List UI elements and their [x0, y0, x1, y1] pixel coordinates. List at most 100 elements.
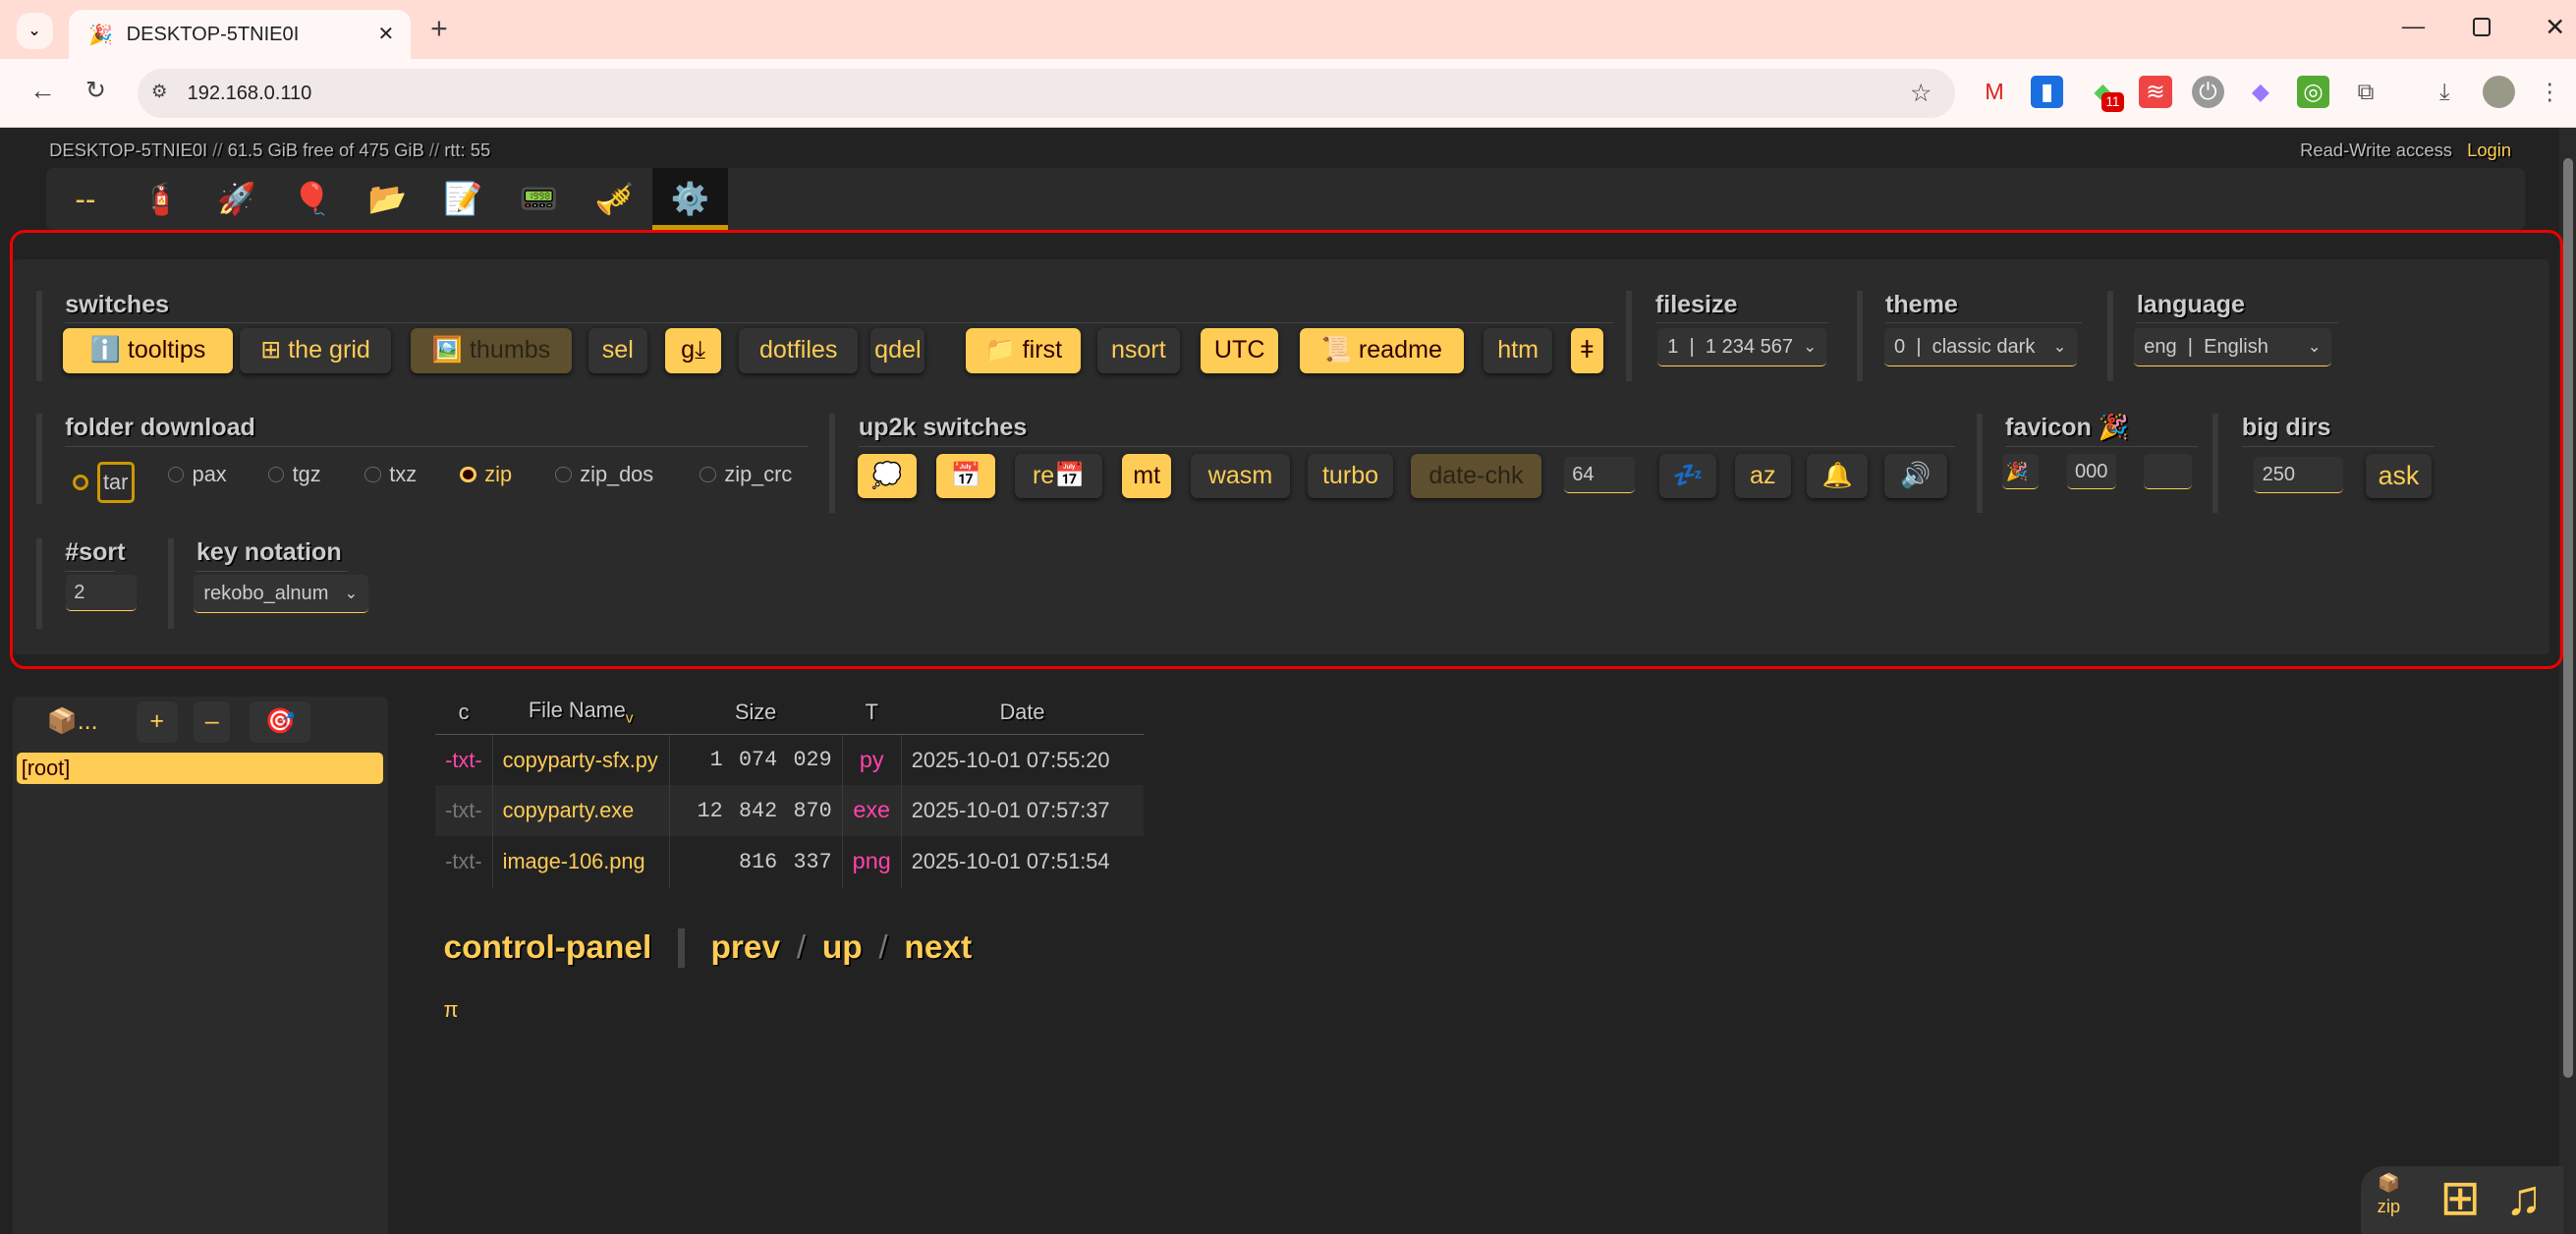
- extensions-puzzle-icon[interactable]: ⧉: [2349, 76, 2381, 108]
- tab-search-button[interactable]: ⌄: [16, 13, 53, 50]
- language-select[interactable]: eng | English ⌄: [2134, 328, 2331, 366]
- filesize-select[interactable]: 1 | 1 234 567 ⌄: [1657, 328, 1827, 366]
- up2k-switch-4-button[interactable]: wasm: [1191, 453, 1290, 498]
- big-dirs-ask-button[interactable]: ask: [2365, 453, 2432, 498]
- switch-qdel-button[interactable]: qdel: [870, 328, 925, 373]
- dl-format-zip_dos[interactable]: zip_dos: [555, 462, 653, 487]
- col-type[interactable]: T: [842, 690, 902, 735]
- col-name[interactable]: File Namev: [492, 690, 670, 735]
- file-checkbox-cell[interactable]: -txt-: [435, 785, 493, 837]
- next-link[interactable]: next: [904, 929, 972, 967]
- switch-g-button[interactable]: g⤓: [665, 328, 722, 373]
- bookmark-star-icon[interactable]: ☆: [1910, 79, 1932, 108]
- up2k-switch-6-button[interactable]: date-chk: [1411, 453, 1541, 498]
- grid-view-icon[interactable]: ⊞: [2439, 1170, 2481, 1226]
- scrollbar-thumb[interactable]: [2562, 157, 2573, 1078]
- up2k-switch-1-button[interactable]: 📅: [936, 453, 996, 498]
- ops-player-tab[interactable]: 🎺: [577, 168, 652, 231]
- ops-mkdir-tab[interactable]: 📂: [350, 168, 425, 231]
- file-name-link[interactable]: copyparty.exe: [491, 785, 670, 837]
- switch-utc-button[interactable]: UTC: [1201, 328, 1278, 373]
- sort-input[interactable]: 2: [65, 575, 137, 612]
- switch-nsort-button[interactable]: nsort: [1097, 328, 1180, 373]
- control-panel-link[interactable]: control-panel: [443, 929, 651, 967]
- switch-readme-button[interactable]: 📜 readme: [1299, 328, 1464, 373]
- chrome-menu-icon[interactable]: ⋮: [2534, 76, 2566, 108]
- up2k-switch-2-button[interactable]: re📅: [1015, 453, 1103, 498]
- browser-tab[interactable]: 🎉 DESKTOP-5TNIE0I ✕: [69, 10, 412, 60]
- upload-threads-input[interactable]: 64: [1563, 456, 1635, 493]
- new-tab-button[interactable]: +: [430, 13, 448, 46]
- obsidian-extension-icon[interactable]: ◆: [2244, 76, 2276, 108]
- maximize-button[interactable]: [2472, 18, 2492, 36]
- bitwarden-extension-icon[interactable]: ▮: [2030, 75, 2064, 109]
- switch-first-button[interactable]: 📁 first: [966, 328, 1082, 373]
- col-date[interactable]: Date: [901, 690, 1144, 735]
- tree-item-root[interactable]: [root]: [16, 752, 383, 784]
- todoist-extension-icon[interactable]: ≋: [2139, 75, 2172, 109]
- file-checkbox-cell[interactable]: -txt-: [435, 836, 492, 887]
- theme-select[interactable]: 0 | classic dark ⌄: [1884, 328, 2077, 366]
- downloads-icon[interactable]: ⤓: [2429, 76, 2461, 108]
- reload-icon[interactable]: ↻: [85, 76, 106, 105]
- prev-link[interactable]: prev: [710, 929, 780, 967]
- favicon-emoji-input[interactable]: 🎉: [2002, 453, 2040, 490]
- dl-format-zip[interactable]: zip: [460, 462, 512, 487]
- up-link[interactable]: up: [822, 929, 863, 967]
- col-size[interactable]: Size: [669, 690, 843, 735]
- switch-tooltips-button[interactable]: ℹ️ tooltips: [62, 328, 234, 373]
- close-window-button[interactable]: ✕: [2545, 13, 2565, 42]
- power-extension-icon[interactable]: ⏻: [2191, 75, 2225, 109]
- file-name-link[interactable]: image-106.png: [491, 836, 670, 887]
- dl-format-txz[interactable]: txz: [364, 462, 417, 487]
- file-row[interactable]: -txt-copyparty-sfx.py 1 074 029 py 2025-10-…: [435, 734, 1144, 786]
- dl-format-zip_crc[interactable]: zip_crc: [700, 462, 792, 487]
- ops-none-tab[interactable]: --: [47, 168, 123, 231]
- up2k-switch-3-button[interactable]: mt: [1122, 453, 1172, 498]
- minimize-button[interactable]: —: [2402, 13, 2425, 39]
- switch-dotfiles-button[interactable]: dotfiles: [739, 328, 858, 373]
- login-link[interactable]: Login: [2467, 140, 2511, 160]
- tree-collapse-button[interactable]: –: [194, 701, 231, 743]
- feedly-extension-icon[interactable]: ◆ 11: [2087, 76, 2125, 112]
- ops-msg-tab[interactable]: 📟: [501, 168, 577, 231]
- address-bar[interactable]: ⚙ 192.168.0.110 ☆: [138, 69, 1955, 119]
- music-player-icon[interactable]: ♫: [2505, 1170, 2543, 1226]
- profile-avatar[interactable]: [2482, 75, 2516, 109]
- back-icon[interactable]: ←: [29, 76, 56, 106]
- file-name-link[interactable]: copyparty-sfx.py: [491, 734, 670, 786]
- ops-up2k-tab[interactable]: 🚀: [198, 168, 274, 231]
- up2k-switch-5-button[interactable]: turbo: [1308, 453, 1394, 498]
- favicon-fg-input[interactable]: 000: [2066, 453, 2116, 490]
- ops-bup-tab[interactable]: 🎈: [274, 168, 350, 231]
- file-checkbox-cell[interactable]: -txt-: [435, 734, 492, 785]
- tree-expand-button[interactable]: +: [136, 701, 178, 743]
- site-info-icon[interactable]: ⚙: [151, 81, 167, 102]
- col-c[interactable]: c: [435, 690, 493, 735]
- refresh-extension-icon[interactable]: ◎: [2296, 75, 2330, 109]
- bell-notify-button[interactable]: 🔔: [1807, 453, 1869, 498]
- big-dirs-input[interactable]: 250: [2254, 456, 2343, 493]
- gmail-extension-icon[interactable]: M: [1978, 76, 2010, 108]
- key-notation-select[interactable]: rekobo_alnum ⌄: [194, 575, 368, 613]
- switch-htm-button[interactable]: htm: [1483, 328, 1553, 373]
- sound-button[interactable]: 🔊: [1884, 453, 1947, 498]
- switch--button[interactable]: ǂ: [1570, 328, 1604, 373]
- favicon-bg-input[interactable]: [2144, 453, 2192, 490]
- file-row[interactable]: -txt-image-106.png 816 337 png 2025-10-01 0…: [435, 836, 1144, 887]
- az-sort-button[interactable]: az: [1734, 453, 1791, 498]
- pi-link[interactable]: π: [443, 997, 458, 1023]
- switch-sel-button[interactable]: sel: [588, 328, 647, 373]
- dl-format-tgz[interactable]: tgz: [267, 462, 321, 487]
- zip-download-button[interactable]: 📦 zip: [2378, 1171, 2401, 1217]
- switch-thegrid-button[interactable]: ⊞ the grid: [240, 328, 391, 373]
- switch-thumbs-button[interactable]: 🖼️ thumbs: [411, 328, 572, 373]
- ops-settings-tab[interactable]: ⚙️: [651, 167, 728, 231]
- up2k-switch-0-button[interactable]: 💭: [857, 453, 918, 498]
- close-tab-icon[interactable]: ✕: [378, 22, 395, 46]
- dl-format-pax[interactable]: pax: [167, 462, 227, 487]
- tree-scroll-to-button[interactable]: 🎯: [250, 701, 311, 743]
- dl-format-tar[interactable]: tar: [72, 461, 135, 503]
- sleep-icon-button[interactable]: 💤: [1658, 453, 1717, 498]
- file-row[interactable]: -txt-copyparty.exe 12 842 870 exe 2025-10-0…: [435, 785, 1144, 837]
